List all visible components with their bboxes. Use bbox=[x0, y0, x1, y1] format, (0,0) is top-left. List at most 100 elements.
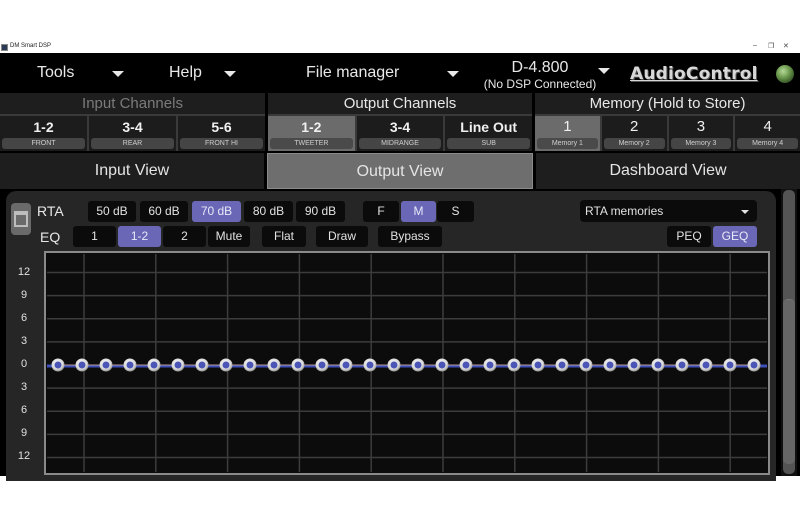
memory-slot-label: Memory 3 bbox=[670, 138, 732, 149]
eq-channel-1-button[interactable]: 1 bbox=[73, 226, 116, 247]
flat-button[interactable]: Flat bbox=[262, 226, 306, 247]
eq-band-handle[interactable] bbox=[699, 358, 713, 372]
eq-band-handle-dot bbox=[606, 361, 614, 369]
y-tick-label: 9 bbox=[20, 427, 28, 440]
eq-band-handle[interactable] bbox=[507, 358, 521, 372]
eq-band-handle[interactable] bbox=[411, 358, 425, 372]
maximize-button[interactable]: ❐ bbox=[768, 42, 774, 50]
eq-band-handle[interactable] bbox=[603, 358, 617, 372]
output-channel-number: Line Out bbox=[460, 119, 518, 135]
y-tick-label: 6 bbox=[20, 404, 28, 417]
rta-50db-button[interactable]: 50 dB bbox=[88, 201, 136, 222]
eq-channel-1-2-button[interactable]: 1-2 bbox=[118, 226, 161, 247]
eq-band-handle-dot bbox=[510, 361, 518, 369]
device-selector[interactable]: D-4.800 (No DSP Connected) bbox=[470, 59, 610, 91]
eq-channel-2-button[interactable]: 2 bbox=[163, 226, 206, 247]
eq-band-handle[interactable] bbox=[555, 358, 569, 372]
eq-band-handle[interactable] bbox=[363, 358, 377, 372]
eq-band-handle[interactable] bbox=[339, 358, 353, 372]
eq-band-handle[interactable] bbox=[219, 358, 233, 372]
help-menu[interactable]: Help bbox=[169, 53, 249, 93]
eq-band-handle[interactable] bbox=[291, 358, 305, 372]
eq-band-handle[interactable] bbox=[195, 358, 209, 372]
memory-group: Memory (Hold to Store) 1 Memory 1 2 Memory … bbox=[535, 93, 800, 151]
memory-title: Memory (Hold to Store) bbox=[535, 93, 800, 114]
eq-band-handle[interactable] bbox=[315, 358, 329, 372]
output-channel-button-1[interactable]: 1-2 TWEETER bbox=[268, 116, 357, 151]
eq-band-handle[interactable] bbox=[123, 358, 137, 372]
file-manager-label: File manager bbox=[306, 64, 400, 81]
rta-slow-button[interactable]: S bbox=[437, 201, 474, 222]
eq-band-handle-dot bbox=[102, 361, 110, 369]
memory-slot-button-4[interactable]: 4 Memory 4 bbox=[735, 116, 800, 151]
tab-output-view[interactable]: Output View bbox=[267, 153, 533, 189]
rta-90db-button[interactable]: 90 dB bbox=[296, 201, 345, 222]
draw-button[interactable]: Draw bbox=[316, 226, 368, 247]
eq-band-handle[interactable] bbox=[483, 358, 497, 372]
input-channel-button-3[interactable]: 5-6 FRONT HI bbox=[178, 116, 265, 151]
eq-band-handle-dot bbox=[342, 361, 350, 369]
output-channel-button-3[interactable]: Line Out SUB bbox=[445, 116, 533, 151]
rta-fast-button[interactable]: F bbox=[363, 201, 399, 222]
scrollbar-thumb[interactable] bbox=[783, 299, 795, 464]
memory-slot-button-2[interactable]: 2 Memory 2 bbox=[601, 116, 669, 151]
rta-60db-button[interactable]: 60 dB bbox=[140, 201, 188, 222]
rta-memories-select[interactable]: RTA memories bbox=[580, 200, 757, 222]
memory-slot-button-3[interactable]: 3 Memory 3 bbox=[668, 116, 736, 151]
eq-band-handle[interactable] bbox=[651, 358, 665, 372]
output-channel-number: 1-2 bbox=[301, 119, 322, 135]
eq-band-handle[interactable] bbox=[531, 358, 545, 372]
rta-medium-button[interactable]: M bbox=[401, 201, 436, 222]
memory-slot-button-1[interactable]: 1 Memory 1 bbox=[535, 116, 602, 151]
eq-band-handle[interactable] bbox=[627, 358, 641, 372]
close-button[interactable]: ✕ bbox=[783, 42, 789, 50]
geq-graph[interactable] bbox=[44, 251, 770, 475]
peq-button[interactable]: PEQ bbox=[667, 226, 711, 247]
eq-band-handle[interactable] bbox=[171, 358, 185, 372]
memory-slot-label: Memory 1 bbox=[537, 138, 598, 149]
eq-band-handle[interactable] bbox=[51, 358, 65, 372]
minimize-button[interactable]: – bbox=[753, 42, 757, 49]
output-channel-button-2[interactable]: 3-4 MIDRANGE bbox=[356, 116, 446, 151]
eq-band-handle[interactable] bbox=[147, 358, 161, 372]
eq-band-handle[interactable] bbox=[723, 358, 737, 372]
input-channel-button-2[interactable]: 3-4 REAR bbox=[89, 116, 178, 151]
output-channels-title: Output Channels bbox=[268, 93, 532, 114]
eq-band-handle[interactable] bbox=[243, 358, 257, 372]
device-status: (No DSP Connected) bbox=[483, 77, 597, 91]
tab-input-view[interactable]: Input View bbox=[0, 153, 264, 189]
vertical-scrollbar[interactable] bbox=[781, 189, 797, 476]
panel-toggle-button[interactable] bbox=[11, 203, 31, 235]
input-channel-button-1[interactable]: 1-2 FRONT bbox=[0, 116, 89, 151]
input-channels-group: Input Channels 1-2 FRONT 3-4 REAR 5-6 FRONT H… bbox=[0, 93, 265, 151]
eq-band-handle[interactable] bbox=[75, 358, 89, 372]
output-channel-label: SUB bbox=[447, 138, 531, 149]
eq-band-handle[interactable] bbox=[267, 358, 281, 372]
y-tick-label: 6 bbox=[20, 311, 28, 324]
tools-menu[interactable]: Tools bbox=[37, 53, 137, 93]
eq-band-handle[interactable] bbox=[387, 358, 401, 372]
output-channel-label: TWEETER bbox=[270, 138, 353, 149]
eq-band-handle[interactable] bbox=[99, 358, 113, 372]
output-channels-group: Output Channels 1-2 TWEETER 3-4 MIDRANGE Lin… bbox=[268, 93, 533, 151]
eq-band-handle[interactable] bbox=[747, 358, 761, 372]
eq-band-handle[interactable] bbox=[435, 358, 449, 372]
mute-button[interactable]: Mute bbox=[208, 226, 250, 247]
eq-band-handle-dot bbox=[678, 361, 686, 369]
menu-bar: Tools Help File manager D-4.800 (No DSP … bbox=[0, 53, 800, 93]
eq-band-handle-dot bbox=[654, 361, 662, 369]
eq-band-handle[interactable] bbox=[675, 358, 689, 372]
eq-band-handle[interactable] bbox=[459, 358, 473, 372]
eq-band-handle-dot bbox=[198, 361, 206, 369]
device-chevron-down-icon[interactable] bbox=[598, 68, 610, 74]
eq-band-handle[interactable] bbox=[579, 358, 593, 372]
eq-band-handle-dot bbox=[438, 361, 446, 369]
input-channel-number: 1-2 bbox=[33, 119, 54, 135]
eq-band-handle-dot bbox=[270, 361, 278, 369]
rta-70db-button[interactable]: 70 dB bbox=[192, 201, 241, 222]
file-manager-menu[interactable]: File manager bbox=[306, 53, 466, 93]
bypass-button[interactable]: Bypass bbox=[378, 226, 442, 247]
rta-80db-button[interactable]: 80 dB bbox=[244, 201, 293, 222]
tab-dashboard-view[interactable]: Dashboard View bbox=[536, 153, 800, 189]
geq-button[interactable]: GEQ bbox=[713, 226, 757, 247]
